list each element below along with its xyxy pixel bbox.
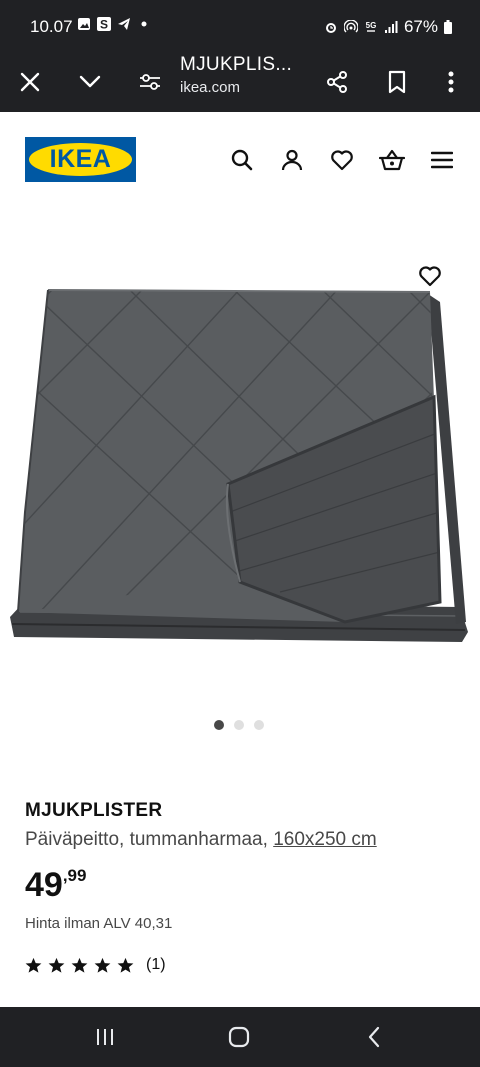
user-icon (281, 149, 303, 171)
search-icon (231, 149, 253, 171)
share-button[interactable] (317, 62, 357, 102)
more-vertical-icon (448, 71, 454, 93)
heart-icon (331, 150, 353, 171)
status-bar: 10.07 S 5G 67% (0, 0, 480, 52)
product-type: Päiväpeitto, tummanharmaa, (25, 829, 274, 850)
site-header: IKEA (0, 112, 480, 212)
cart-button[interactable] (376, 144, 408, 176)
carousel-dot[interactable] (254, 720, 264, 730)
hotspot-icon (343, 20, 358, 33)
status-system-icons: 5G 67% (324, 17, 452, 37)
favourites-button[interactable] (326, 144, 358, 176)
image-carousel-indicator (214, 720, 264, 730)
rating-count: (1) (146, 956, 166, 973)
menu-button[interactable] (426, 144, 458, 176)
browser-toolbar: MJUKPLIS... ikea.com (0, 52, 480, 112)
tune-icon (140, 74, 160, 90)
product-name: MJUKPLISTER (25, 800, 163, 821)
product-price: 49,99 (25, 866, 86, 905)
search-button[interactable] (226, 144, 258, 176)
recent-apps-icon (97, 1029, 113, 1045)
home-button[interactable] (219, 1022, 259, 1052)
home-icon (228, 1026, 250, 1048)
close-icon (20, 72, 40, 92)
product-size-link[interactable]: 160x250 cm (273, 829, 377, 850)
price-integer: 49 (25, 866, 63, 904)
price-decimals: ,99 (62, 866, 87, 885)
bookmark-button[interactable] (377, 62, 417, 102)
telegram-icon (118, 18, 130, 30)
bookmark-icon (388, 70, 406, 94)
star-icon (25, 957, 42, 973)
product-description: Päiväpeitto, tummanharmaa, 160x250 cm (25, 829, 377, 851)
close-tab-button[interactable] (10, 62, 50, 102)
star-icon (94, 957, 111, 973)
s-app-icon: S (97, 17, 111, 31)
svg-text:S: S (100, 18, 108, 32)
status-time: 10.07 (30, 17, 73, 36)
signal-icon (384, 21, 398, 33)
hamburger-menu-icon (431, 151, 453, 169)
carousel-dot[interactable] (214, 720, 224, 730)
alarm-icon (325, 23, 336, 33)
battery-percent: 67% (403, 17, 438, 36)
logo-text: IKEA (49, 145, 112, 173)
battery-icon (444, 20, 452, 34)
system-navigation-bar (0, 1007, 480, 1067)
carousel-dot[interactable] (234, 720, 244, 730)
site-settings-button[interactable] (130, 62, 170, 102)
more-notifications-dot-icon (141, 21, 147, 27)
recent-apps-button[interactable] (85, 1022, 125, 1052)
product-rating[interactable]: (1) (25, 956, 166, 974)
5g-icon: 5G (366, 21, 377, 32)
status-notification-icons: S (77, 17, 151, 31)
product-image[interactable] (0, 212, 480, 712)
save-to-favourites-button[interactable] (412, 258, 448, 294)
account-button[interactable] (276, 144, 308, 176)
more-options-button[interactable] (431, 62, 471, 102)
back-button[interactable] (354, 1022, 394, 1052)
star-icon (117, 957, 134, 973)
gallery-icon (78, 18, 90, 30)
page-url: ikea.com (180, 79, 241, 96)
price-without-vat: Hinta ilman ALV 40,31 (25, 915, 173, 932)
logo-oval: IKEA (29, 143, 132, 176)
star-icon (48, 957, 65, 973)
ikea-logo[interactable]: IKEA (25, 137, 136, 182)
back-icon (368, 1026, 380, 1048)
star-icon (71, 957, 88, 973)
chevron-down-icon (79, 75, 101, 88)
shopping-basket-icon (379, 149, 405, 171)
svg-text:5G: 5G (366, 21, 377, 30)
heart-icon (419, 266, 441, 287)
share-icon (327, 71, 347, 93)
page-title: MJUKPLIS... (180, 54, 293, 75)
minimize-button[interactable] (70, 62, 110, 102)
